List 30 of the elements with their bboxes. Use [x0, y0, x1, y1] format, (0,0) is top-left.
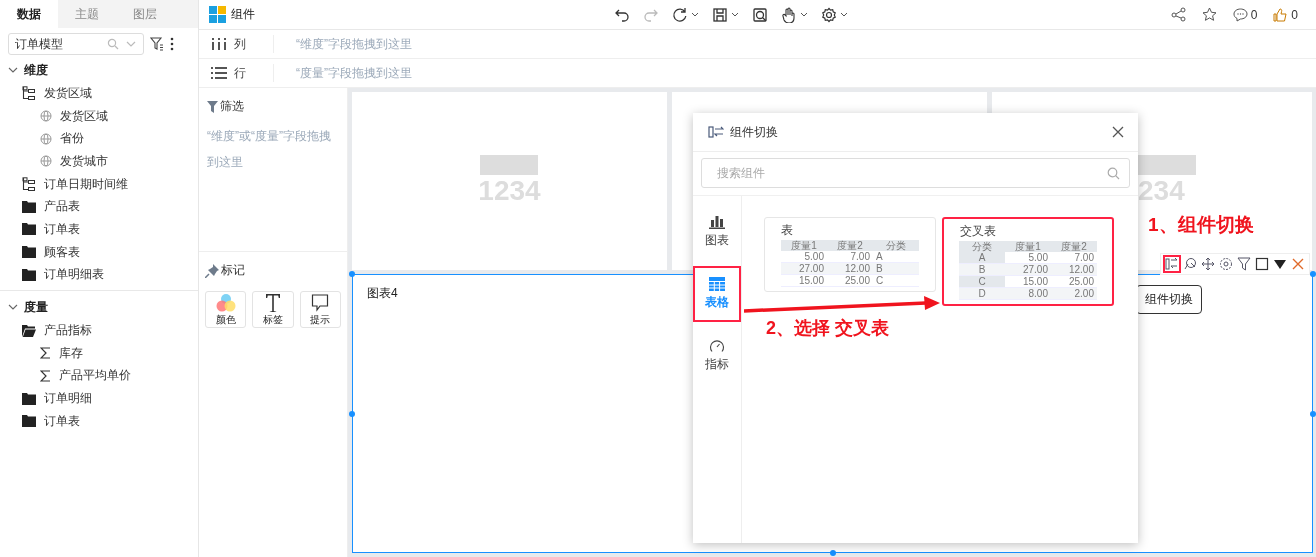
- annotation: 2、选择 交叉表: [766, 317, 889, 340]
- filter-title: 筛选: [220, 98, 244, 115]
- preview-cell: A: [959, 252, 1005, 264]
- comment-count: 0: [1250, 7, 1258, 22]
- preview-header: 分类: [873, 240, 919, 251]
- drop-hint: “度量”字段拖拽到这里: [296, 64, 412, 82]
- dialog-title: 组件切换: [730, 123, 778, 141]
- marks-title: 标记: [221, 262, 245, 279]
- section-title: 度量: [24, 298, 48, 316]
- preview-cell: 7.00: [1051, 252, 1097, 264]
- preview-cell: A: [873, 251, 919, 263]
- preview-cell: 5.00: [781, 251, 827, 263]
- preview-header: 度量2: [827, 240, 873, 251]
- preview-header: 度量1: [1005, 241, 1051, 252]
- drop-hint: “维度”字段拖拽到这里: [296, 35, 412, 53]
- preview-header: 分类: [959, 241, 1005, 252]
- preview-header: 度量2: [1051, 241, 1097, 252]
- tooltip: 组件切换: [1136, 285, 1202, 314]
- shelf-label: 列: [234, 35, 246, 53]
- like-count: 0: [1291, 7, 1298, 22]
- component-name: 表: [781, 222, 793, 239]
- preview-cell: 5.00: [1005, 252, 1051, 264]
- preview-header: 度量1: [781, 240, 827, 251]
- annotation: 1、组件切换: [1148, 213, 1254, 237]
- preview-cell: 7.00: [827, 251, 873, 263]
- chart-title: 图表4: [367, 286, 398, 300]
- shelf-label: 行: [234, 64, 246, 82]
- section-title: 维度: [24, 61, 48, 79]
- drop-hint: “维度”或“度量”字段拖拽到这里: [207, 128, 331, 171]
- component-title: 组件: [231, 6, 255, 23]
